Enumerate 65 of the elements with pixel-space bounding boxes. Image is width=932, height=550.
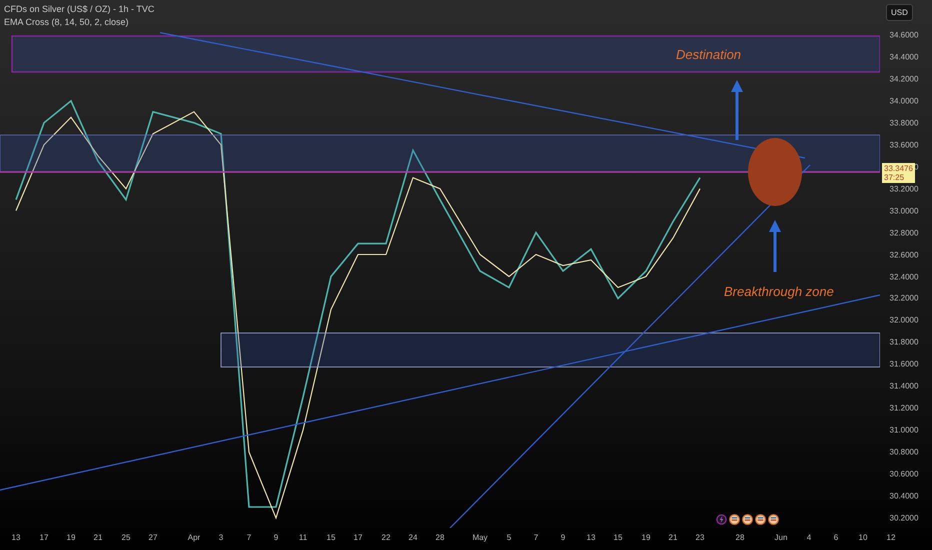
axis-label: 30.6000	[890, 470, 918, 479]
axis-label: 34.6000	[890, 30, 918, 40]
axis-label: 22	[382, 533, 390, 542]
axis-label: 15	[614, 533, 622, 542]
axis-label: 15	[326, 533, 336, 542]
axis-label: 30.8000	[890, 448, 918, 457]
axis-label: 25	[122, 533, 130, 542]
axis-label: 34.4000	[890, 52, 918, 62]
axis-label: 32.2000	[890, 294, 918, 303]
flag-icon[interactable]	[755, 514, 766, 525]
axis-label: 31.4000	[890, 382, 918, 391]
axis-label: 13	[12, 533, 20, 542]
axis-label: 33.6000	[890, 140, 918, 150]
axis-label: Apr	[188, 533, 200, 542]
axis-label: 17	[40, 533, 48, 542]
axis-label: 11	[298, 533, 308, 542]
axis-label: 23	[696, 533, 704, 542]
axis-label: 32.8000	[890, 228, 918, 238]
chart-annotation: Breakthrough zone	[724, 284, 834, 299]
axis-label: 3	[218, 533, 224, 542]
axis-label: 12	[886, 533, 896, 542]
axis-label: 32.6000	[890, 250, 918, 260]
axis-label: 5	[506, 533, 512, 542]
current-price: 33.3476	[884, 164, 913, 173]
chart-annotation: Destination	[676, 47, 742, 62]
axis-label: 28	[736, 533, 744, 542]
axis-label: 33.0000	[890, 206, 918, 216]
axis-label: 9	[560, 533, 566, 542]
axis-label: 31.0000	[890, 426, 918, 435]
axis-label: 19	[642, 533, 650, 542]
axis-label: 10	[858, 533, 868, 542]
axis-label: 31.8000	[890, 338, 918, 347]
lightning-icon[interactable]	[716, 514, 727, 525]
axis-label: 30.2000	[890, 514, 918, 522]
axis-label: 31.2000	[890, 404, 918, 413]
axis-label: 19	[66, 533, 76, 542]
axis-label: 28	[436, 533, 444, 542]
axis-label: 7	[534, 533, 538, 542]
axis-label: 33.8000	[890, 118, 918, 128]
flag-icon[interactable]	[742, 514, 753, 525]
axis-label: 30.4000	[890, 492, 918, 501]
axis-label: 31.6000	[890, 360, 918, 369]
axis-label: 17	[354, 533, 362, 542]
axis-label: 32.0000	[890, 316, 918, 325]
axis-label: 4	[806, 533, 812, 542]
axis-label: 24	[408, 533, 418, 542]
axis-label: 13	[586, 533, 596, 542]
currency-button[interactable]: USD	[886, 4, 913, 21]
axis-label: 9	[274, 533, 278, 542]
bar-countdown: 37:25	[884, 173, 906, 182]
axis-label: 21	[668, 533, 678, 542]
symbol-title: CFDs on Silver (US$ / OZ) - 1h - TVC	[4, 4, 154, 14]
axis-label: 21	[94, 533, 102, 542]
axis-label: 7	[246, 533, 252, 542]
axis-label: 6	[834, 533, 838, 542]
axis-label: 33.2000	[890, 184, 918, 194]
axis-label: 34.0000	[890, 96, 918, 106]
flag-icon[interactable]	[768, 514, 779, 525]
axis-label: May	[472, 533, 488, 542]
flag-icon[interactable]	[729, 514, 740, 525]
axis-label: 34.2000	[890, 74, 918, 84]
indicator-label: EMA Cross (8, 14, 50, 2, close)	[4, 17, 130, 27]
axis-label: 32.4000	[890, 272, 918, 281]
axis-label: Jun	[774, 533, 788, 542]
axis-label: 27	[148, 533, 158, 542]
